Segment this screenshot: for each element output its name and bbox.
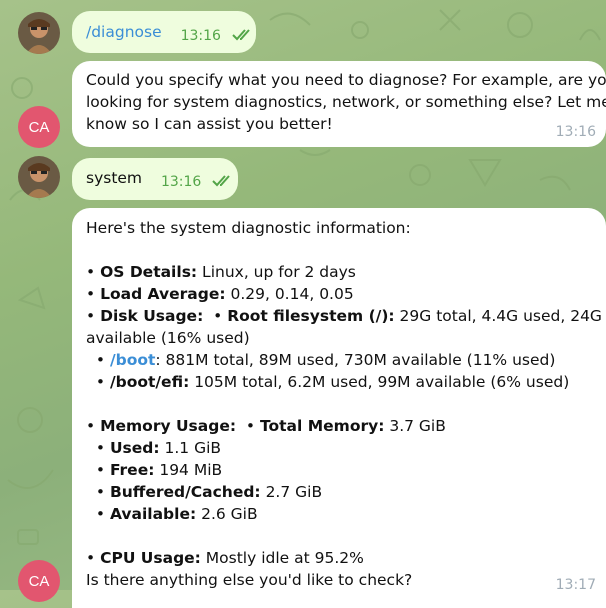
user-avatar[interactable]: [18, 156, 60, 198]
cpu-usage-line: • CPU Usage: Mostly idle at 95.2%: [86, 549, 364, 567]
disk-efi-line: • /boot/efi: 105M total, 6.2M used, 99M …: [86, 373, 570, 391]
boot-link[interactable]: /boot: [110, 351, 155, 369]
message-time: 13:17: [555, 577, 596, 593]
message-incoming-question[interactable]: Could you specify what you need to diagn…: [72, 61, 606, 147]
message-incoming-diagnostics[interactable]: Here's the system diagnostic information…: [72, 208, 606, 608]
message-line: Here's the system diagnostic information…: [86, 219, 411, 237]
message-outgoing-diagnose[interactable]: /diagnose 13:16: [72, 11, 256, 53]
message-line: know so I can assist you better!: [86, 115, 333, 133]
bot-avatar[interactable]: CA: [18, 106, 60, 148]
bot-avatar-initials: CA: [28, 572, 50, 590]
user-photo-icon: [18, 12, 60, 54]
double-check-icon: [212, 174, 231, 186]
message-line: looking for system diagnostics, network,…: [86, 93, 606, 111]
load-average-line: • Load Average: 0.29, 0.14, 0.05: [86, 285, 354, 303]
user-photo-icon: [18, 156, 60, 198]
memory-buffered-line: • Buffered/Cached: 2.7 GiB: [86, 483, 323, 501]
message-line: Could you specify what you need to diagn…: [86, 71, 606, 89]
disk-boot-line: • /boot: 881M total, 89M used, 730M avai…: [86, 351, 556, 369]
memory-usage-line: • Memory Usage: • Total Memory: 3.7 GiB: [86, 417, 446, 435]
os-details-line: • OS Details: Linux, up for 2 days: [86, 263, 356, 281]
message-text: system: [86, 169, 143, 187]
message-time: 13:16: [555, 124, 596, 140]
disk-root-continued: available (16% used): [86, 329, 250, 347]
message-time: 13:16: [160, 174, 202, 190]
message-outgoing-system[interactable]: system 13:16: [72, 158, 238, 200]
memory-available-line: • Available: 2.6 GiB: [86, 505, 258, 523]
memory-free-line: • Free: 194 MiB: [86, 461, 223, 479]
memory-used-line: • Used: 1.1 GiB: [86, 439, 222, 457]
message-time: 13:16: [180, 28, 221, 44]
double-check-icon: [232, 28, 250, 40]
bot-avatar-initials: CA: [28, 118, 50, 136]
disk-usage-line: • Disk Usage: • Root filesystem (/): 29G…: [86, 307, 602, 325]
bot-avatar[interactable]: CA: [18, 560, 60, 602]
command-link[interactable]: /diagnose: [86, 23, 162, 41]
message-line: Is there anything else you'd like to che…: [86, 571, 413, 589]
user-avatar[interactable]: [18, 12, 60, 54]
